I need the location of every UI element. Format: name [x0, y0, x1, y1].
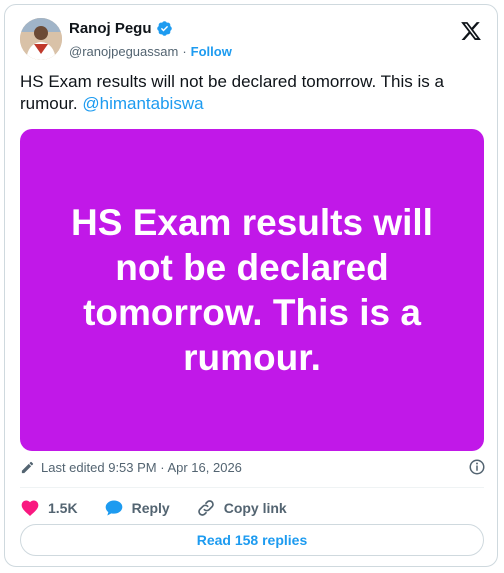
reply-label: Reply	[131, 500, 170, 516]
verified-badge-icon	[156, 21, 172, 36]
like-count: 1.5K	[48, 500, 78, 516]
link-icon	[197, 500, 214, 516]
action-bar: 1.5K Reply Copy link	[20, 495, 313, 521]
media-text: HS Exam results will not be declared tom…	[71, 202, 433, 378]
separator: ·	[182, 44, 187, 59]
tweet-card: Ranoj Pegu @ranojpeguassam · Follow HS E…	[4, 4, 498, 567]
heart-icon	[21, 500, 39, 516]
avatar[interactable]	[20, 18, 62, 60]
read-replies-button[interactable]: Read 158 replies	[20, 524, 484, 556]
handle-row: @ranojpeguassam · Follow	[69, 44, 232, 59]
author-handle[interactable]: @ranojpeguassam	[69, 44, 178, 59]
divider	[20, 487, 484, 488]
last-edited-label[interactable]: Last edited 9:53 PM · Apr 16, 2026	[41, 460, 242, 475]
pencil-icon	[21, 461, 34, 474]
tweet-media-image[interactable]: HS Exam results will not be declared tom…	[20, 129, 484, 451]
author-name[interactable]: Ranoj Pegu	[69, 20, 152, 37]
like-button[interactable]: 1.5K	[20, 498, 78, 518]
mention-link[interactable]: @himantabiswa	[82, 94, 203, 113]
tweet-text: HS Exam results will not be declared tom…	[20, 71, 482, 115]
info-icon[interactable]	[468, 458, 486, 476]
author-name-row[interactable]: Ranoj Pegu	[69, 20, 173, 37]
edit-info-row: Last edited 9:53 PM · Apr 16, 2026	[20, 458, 486, 476]
reply-button[interactable]: Reply	[104, 498, 170, 518]
x-logo-icon[interactable]	[460, 20, 482, 42]
copy-link-button[interactable]: Copy link	[196, 498, 287, 518]
reply-bubble-icon	[105, 500, 122, 516]
copy-link-label: Copy link	[223, 500, 287, 516]
follow-button[interactable]: Follow	[191, 44, 232, 59]
